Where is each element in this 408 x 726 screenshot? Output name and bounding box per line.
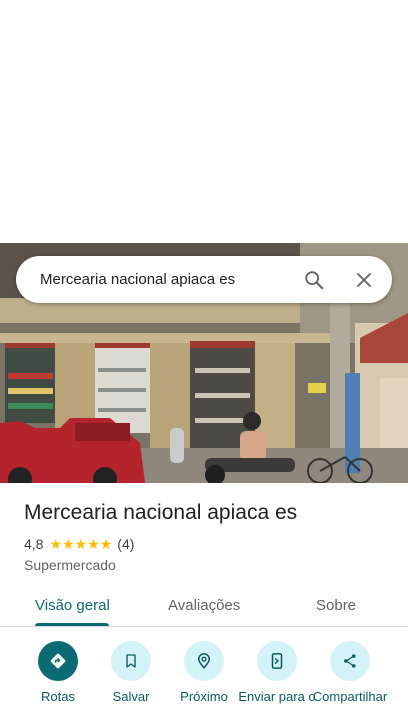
place-info-panel: Mercearia nacional apiaca es 4,8 ★ ★ ★ ★… bbox=[0, 483, 408, 726]
star-icon: ★ bbox=[49, 536, 63, 552]
directions-label: Rotas bbox=[41, 689, 75, 704]
review-count: (4) bbox=[117, 536, 135, 552]
send-to-phone-button[interactable]: Enviar para o bbox=[237, 641, 317, 704]
map-blank-area bbox=[0, 0, 408, 243]
nearby-button[interactable]: Próximo bbox=[164, 641, 244, 704]
bookmark-icon bbox=[111, 641, 151, 681]
search-icon[interactable] bbox=[294, 260, 334, 300]
rating-value: 4,8 bbox=[24, 536, 44, 552]
place-title: Mercearia nacional apiaca es bbox=[24, 501, 298, 524]
star-icon: ★ bbox=[99, 536, 113, 552]
save-label: Salvar bbox=[112, 689, 150, 704]
send-to-phone-icon bbox=[257, 641, 297, 681]
share-button[interactable]: Compartilhar bbox=[310, 641, 390, 704]
tab-about[interactable]: Sobre bbox=[316, 597, 356, 614]
send-to-phone-label: Enviar para o bbox=[238, 689, 316, 704]
share-label: Compartilhar bbox=[312, 689, 388, 704]
tab-reviews[interactable]: Avaliações bbox=[168, 597, 240, 614]
search-input[interactable]: Mercearia nacional apiaca es bbox=[40, 271, 294, 288]
rating-stars: ★ ★ ★ ★ ★ bbox=[49, 537, 112, 551]
directions-button[interactable]: Rotas bbox=[18, 641, 98, 704]
active-tab-indicator bbox=[35, 623, 109, 626]
place-tabs: Visão geral Avaliações Sobre bbox=[0, 589, 408, 627]
star-icon: ★ bbox=[74, 536, 88, 552]
star-icon: ★ bbox=[62, 536, 75, 552]
place-category: Supermercado bbox=[24, 557, 116, 573]
directions-icon bbox=[38, 641, 78, 681]
nearby-icon bbox=[184, 641, 224, 681]
tab-overview[interactable]: Visão geral bbox=[35, 597, 110, 614]
close-icon[interactable] bbox=[344, 260, 384, 300]
search-bar[interactable]: Mercearia nacional apiaca es bbox=[16, 256, 392, 303]
rating-row[interactable]: 4,8 ★ ★ ★ ★ ★ (4) bbox=[24, 536, 134, 552]
nearby-label: Próximo bbox=[180, 689, 228, 704]
star-icon: ★ bbox=[87, 536, 100, 552]
share-icon bbox=[330, 641, 370, 681]
action-buttons: Rotas Salvar Próximo Enviar para o Compa… bbox=[0, 641, 408, 726]
save-button[interactable]: Salvar bbox=[91, 641, 171, 704]
